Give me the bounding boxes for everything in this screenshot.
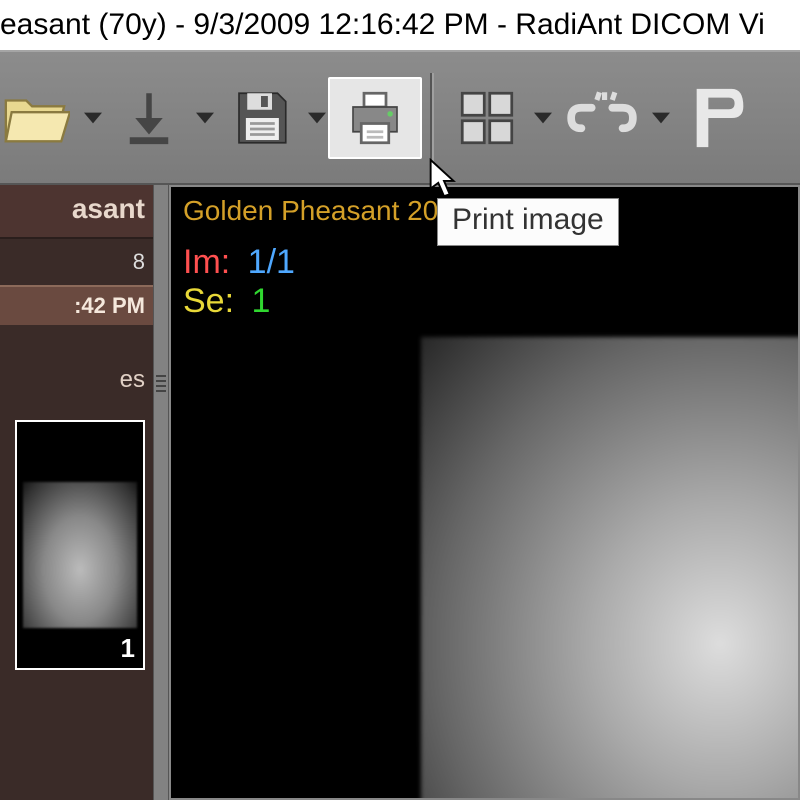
print-tooltip: Print image xyxy=(437,198,619,246)
layout-button[interactable] xyxy=(442,79,532,157)
image-count-value: 1/1 xyxy=(248,243,295,281)
window-title: easant (70y) - 9/3/2009 12:16:42 PM - Ra… xyxy=(0,8,765,42)
series-value: 1 xyxy=(252,282,271,320)
folder-open-icon xyxy=(0,83,70,153)
window-titlebar: easant (70y) - 9/3/2009 12:16:42 PM - Ra… xyxy=(0,0,800,50)
series-thumbnail[interactable]: 1 xyxy=(15,420,145,670)
sidebar-sub-value: 8 xyxy=(0,239,153,285)
save-button[interactable] xyxy=(216,79,306,157)
download-icon xyxy=(116,85,182,151)
open-dropdown[interactable] xyxy=(82,52,104,183)
download-dropdown[interactable] xyxy=(194,52,216,183)
viewer-overlay-info: Im: 1/1 Se: 1 xyxy=(171,231,798,333)
download-button[interactable] xyxy=(104,79,194,157)
image-viewer[interactable]: Golden Pheasant 2009 12:16 Im: 1/1 Se: 1 xyxy=(169,185,800,800)
link-dropdown[interactable] xyxy=(650,52,672,183)
link-button[interactable] xyxy=(554,82,650,154)
thumbnail-image xyxy=(23,482,137,628)
patient-name-fragment: asant xyxy=(72,193,145,224)
grip-lines-icon xyxy=(156,375,166,395)
layout-dropdown[interactable] xyxy=(532,52,554,183)
thumbnail-container: 1 xyxy=(0,408,153,682)
series-label: Se: xyxy=(183,282,234,320)
sidebar-resize-handle[interactable] xyxy=(153,185,169,800)
save-dropdown[interactable] xyxy=(306,52,328,183)
image-count-label: Im: xyxy=(183,243,230,281)
open-button[interactable] xyxy=(0,77,82,159)
grid-layout-icon xyxy=(454,85,520,151)
letter-icon xyxy=(690,83,750,153)
patient-name-header: asant xyxy=(0,185,153,239)
xray-image xyxy=(421,337,800,800)
study-time: :42 PM xyxy=(0,285,153,325)
study-info-lines: es xyxy=(0,325,153,408)
printer-icon xyxy=(342,85,408,151)
broken-link-icon xyxy=(566,88,638,148)
toolbar-separator xyxy=(430,73,434,163)
floppy-save-icon xyxy=(228,85,294,151)
thumbnail-index: 1 xyxy=(121,633,135,664)
print-button[interactable] xyxy=(328,77,422,159)
tool-button-partial[interactable] xyxy=(672,77,762,159)
content-area: asant 8 :42 PM es 1 Golden Pheasant xyxy=(0,185,800,800)
main-toolbar xyxy=(0,50,800,185)
series-sidebar: asant 8 :42 PM es 1 xyxy=(0,185,153,800)
